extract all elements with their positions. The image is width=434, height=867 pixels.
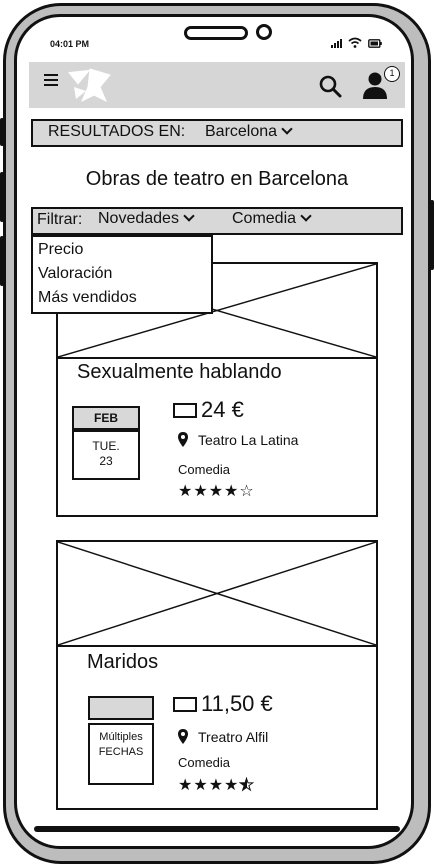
date-number: 23	[99, 454, 113, 468]
status-time: 04:01 PM	[50, 39, 90, 49]
star-empty-icon: ☆	[239, 483, 255, 500]
sort-option-bestsellers[interactable]: Más vendidos	[38, 289, 137, 307]
event-title[interactable]: Sexualmente hablando	[77, 361, 282, 384]
event-venue: Teatro La Latina	[198, 432, 299, 448]
rating-stars: ★★★★☆	[178, 481, 255, 501]
star-filled-icon: ★	[178, 483, 194, 500]
results-label: RESULTADOS EN:	[48, 123, 186, 140]
date-header	[88, 696, 154, 720]
money-icon	[173, 697, 197, 712]
chevron-down-icon	[300, 210, 312, 222]
filter-label: Filtrar:	[37, 211, 83, 228]
volume-button	[0, 118, 4, 146]
page-title: Obras de teatro en Barcelona	[85, 168, 349, 190]
filter-bar	[31, 207, 403, 235]
genre-value: Comedia	[232, 210, 297, 227]
volume-down-button	[0, 236, 4, 286]
star-half-icon: ★	[239, 777, 255, 795]
star-filled-icon: ★	[224, 777, 240, 794]
home-indicator	[34, 826, 400, 832]
star-filled-icon: ★	[208, 777, 225, 794]
event-image-placeholder	[56, 540, 378, 647]
location-pin-icon	[178, 729, 188, 744]
date-day: TUE.	[92, 439, 120, 453]
city-dropdown[interactable]: Barcelona	[205, 123, 293, 141]
signal-icon	[331, 39, 342, 48]
event-price: 24 €	[201, 397, 244, 422]
search-icon[interactable]	[318, 74, 342, 98]
genre-dropdown[interactable]: Comedia	[232, 210, 312, 228]
event-title[interactable]: Maridos	[87, 651, 158, 674]
chevron-down-icon	[183, 210, 195, 222]
star-filled-icon: ★	[193, 483, 209, 500]
star-filled-icon: ★	[208, 483, 225, 500]
date-label: FECHAS	[98, 746, 144, 758]
wifi-icon	[348, 37, 362, 48]
menu-icon[interactable]	[44, 74, 58, 86]
date-box: Múltiples FECHAS	[88, 723, 154, 785]
chevron-down-icon	[281, 123, 293, 135]
status-icons	[331, 37, 382, 48]
location-pin-icon	[178, 432, 188, 447]
brand-logo[interactable]	[66, 65, 114, 105]
camera-notch	[256, 24, 272, 40]
star-filled-icon: ★	[178, 777, 194, 794]
date-box: TUE. 23	[72, 430, 140, 480]
rating-stars: ★★★★★	[178, 775, 255, 795]
notification-badge: 1	[384, 66, 400, 82]
sort-value: Novedades	[98, 210, 179, 227]
event-genre: Comedia	[178, 462, 231, 477]
sort-dropdown[interactable]: Novedades	[98, 210, 195, 228]
star-filled-icon: ★	[224, 483, 240, 500]
battery-icon	[368, 39, 382, 48]
money-icon	[173, 403, 197, 418]
date-month: FEB	[72, 406, 140, 430]
speaker-notch	[184, 26, 248, 40]
sort-option-rating[interactable]: Valoración	[38, 265, 112, 283]
event-genre: Comedia	[178, 755, 231, 770]
star-filled-icon: ★	[193, 777, 209, 794]
event-venue: Treatro Alfil	[198, 729, 269, 745]
date-multiple: Múltiples	[99, 731, 143, 743]
power-button	[430, 200, 434, 270]
sort-option-price[interactable]: Precio	[38, 241, 83, 259]
event-price: 11,50 €	[201, 691, 273, 716]
city-value: Barcelona	[205, 123, 278, 140]
